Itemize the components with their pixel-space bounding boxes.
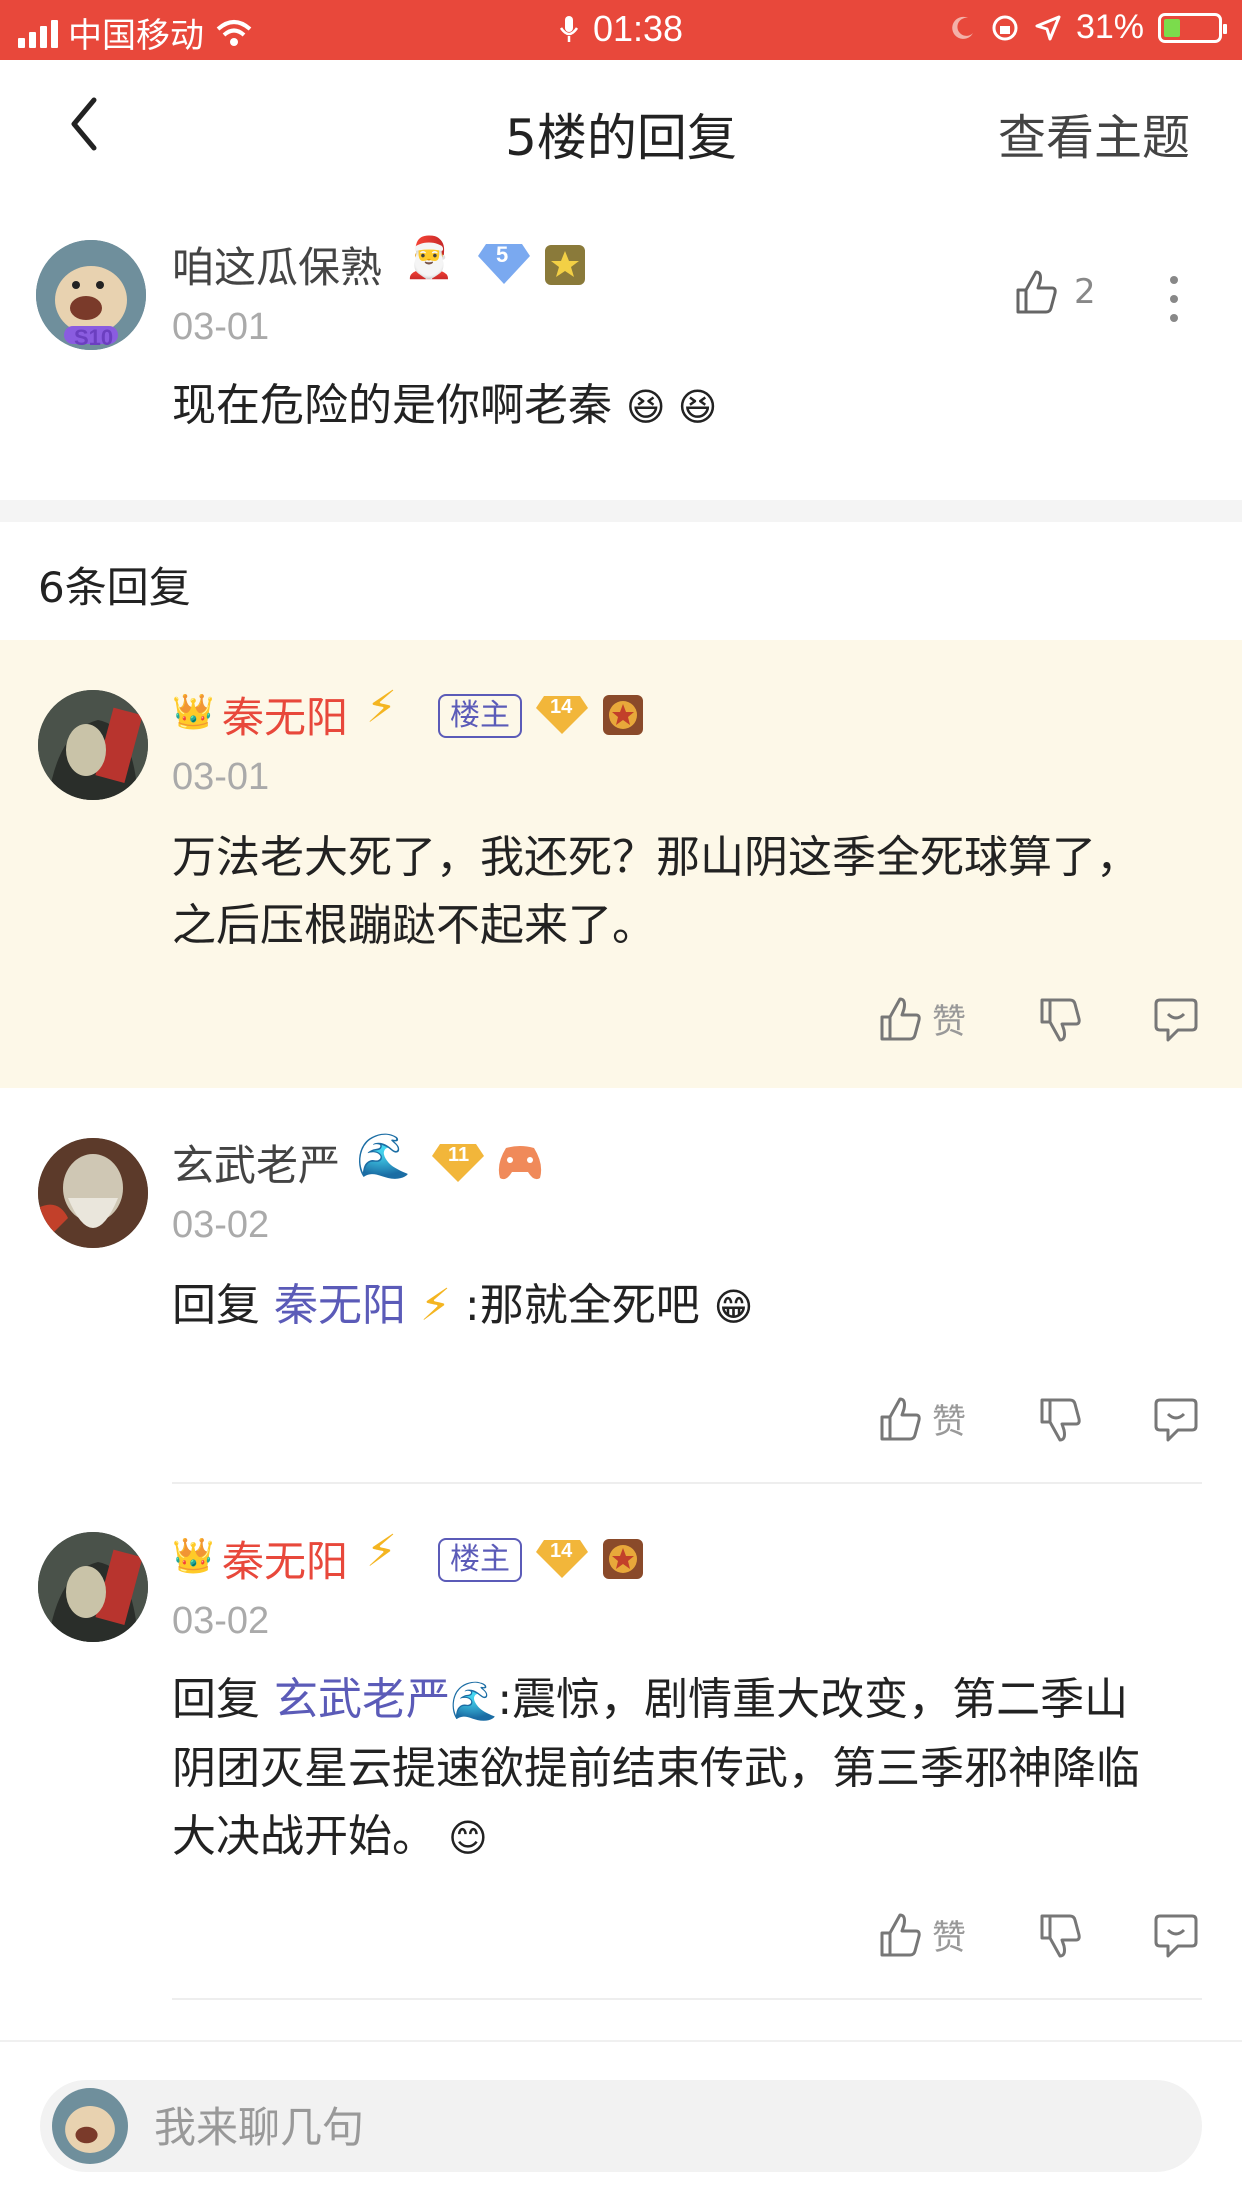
view-topic-link[interactable]: 查看主题 bbox=[998, 98, 1190, 168]
laughing-emoji-icon: 😆 😆 bbox=[626, 385, 718, 429]
crown-icon: 👑 bbox=[172, 1536, 215, 1576]
like-count: 2 bbox=[1074, 272, 1096, 312]
username[interactable]: 咱这瓜保熟 bbox=[172, 234, 382, 295]
clock: 01:38 bbox=[592, 8, 684, 49]
username[interactable]: 秦无阳 bbox=[222, 684, 348, 745]
avatar-badge: S10 bbox=[74, 325, 114, 350]
like-button[interactable]: 2 bbox=[1012, 268, 1096, 316]
battery-icon bbox=[1158, 12, 1227, 43]
comment-input[interactable] bbox=[152, 2080, 1156, 2174]
microphone-icon bbox=[559, 16, 578, 42]
lightning-icon: ⚡ bbox=[366, 1526, 397, 1577]
divider bbox=[172, 1998, 1202, 2000]
username[interactable]: 秦无阳 bbox=[222, 1528, 348, 1589]
gamepad-icon bbox=[498, 1146, 542, 1180]
level-number: 14 bbox=[550, 1540, 573, 1562]
like-label: 赞 bbox=[932, 1402, 966, 1442]
like-button[interactable]: 赞 bbox=[876, 1910, 966, 1959]
location-icon bbox=[1035, 15, 1061, 40]
main-post: S10 咱这瓜保熟 🎅 5 03-01 现在危险的是你啊老秦 😆 😆 2 bbox=[0, 190, 1242, 500]
nav-bar: 5楼的回复 查看主题 bbox=[0, 60, 1242, 190]
thumbs-up-icon bbox=[880, 1397, 921, 1440]
like-button[interactable]: 赞 bbox=[876, 1394, 966, 1443]
thumbs-up-icon bbox=[880, 1913, 921, 1956]
thumbs-down-icon[interactable] bbox=[1036, 1912, 1084, 1960]
avatar bbox=[52, 2088, 128, 2164]
star-medal-icon bbox=[603, 695, 643, 735]
mention-link[interactable]: 秦无阳 bbox=[274, 1280, 406, 1331]
reply-text: 回复 秦无阳 ⚡ :那就全死吧 😁 bbox=[172, 1280, 754, 1331]
reply-item: 👑 秦无阳 ⚡ 楼主 14 03-02 回复 玄武老严🌊:震惊，剧情重大改变，第… bbox=[0, 1486, 1242, 2006]
lightning-icon: ⚡ bbox=[366, 682, 397, 733]
wave-icon: 🌊 bbox=[356, 1131, 411, 1182]
reply-text: 回复 玄武老严🌊:震惊，剧情重大改变，第二季山 阴团灭星云提速欲提前结束传武，第… bbox=[172, 1674, 1140, 1862]
reply-date: 03-02 bbox=[172, 1204, 270, 1246]
divider bbox=[172, 1482, 1202, 1484]
thumbs-up-icon bbox=[1016, 270, 1057, 314]
avatar[interactable] bbox=[38, 1138, 148, 1248]
reply-item: 👑 秦无阳 ⚡ 楼主 14 03-01 万法老大死了，我还死？那山阴这季全死球算… bbox=[0, 640, 1242, 1088]
rotation-lock-icon bbox=[992, 15, 1018, 40]
replies-count-heading: 6条回复 bbox=[38, 563, 191, 612]
comment-icon[interactable] bbox=[1152, 1912, 1200, 1960]
grinning-emoji-icon: 😁 bbox=[713, 1285, 754, 1329]
crown-icon: 👑 bbox=[172, 692, 215, 732]
level-number: 14 bbox=[550, 696, 573, 718]
mention-link[interactable]: 玄武老严 bbox=[274, 1674, 450, 1725]
smiling-emoji-icon: 😊 bbox=[436, 1816, 488, 1860]
avatar[interactable] bbox=[38, 690, 148, 800]
thumbs-down-icon[interactable] bbox=[1036, 1396, 1084, 1444]
section-divider bbox=[0, 500, 1242, 522]
star-medal-icon bbox=[545, 245, 585, 285]
thumbs-up-icon bbox=[880, 997, 921, 1040]
reply-date: 03-02 bbox=[172, 1600, 270, 1642]
comment-input-container[interactable] bbox=[40, 2080, 1202, 2174]
post-date: 03-01 bbox=[172, 306, 270, 348]
battery-percent: 31% bbox=[1075, 8, 1144, 46]
bottom-bar bbox=[0, 2040, 1242, 2210]
comment-icon[interactable] bbox=[1152, 996, 1200, 1044]
owner-tag: 楼主 bbox=[438, 694, 522, 738]
status-bar: 中国移动 01:38 31% bbox=[0, 0, 1242, 60]
avatar[interactable] bbox=[38, 1532, 148, 1642]
santa-emoji-icon: 🎅 bbox=[404, 235, 454, 281]
wave-icon: 🌊 bbox=[450, 1679, 498, 1723]
level-number: 11 bbox=[448, 1144, 470, 1166]
more-options-icon[interactable] bbox=[1166, 274, 1182, 324]
reply-text: 万法老大死了，我还死？那山阴这季全死球算了， 之后压根蹦跶不起来了。 bbox=[172, 832, 1140, 951]
like-label: 赞 bbox=[932, 1002, 966, 1042]
like-label: 赞 bbox=[932, 1918, 966, 1958]
star-medal-icon bbox=[603, 1539, 643, 1579]
like-button[interactable]: 赞 bbox=[876, 994, 966, 1043]
moon-icon bbox=[952, 16, 973, 39]
username[interactable]: 玄武老严 bbox=[172, 1132, 340, 1193]
level-number: 5 bbox=[496, 242, 509, 267]
reply-item: 玄武老严 🌊 11 03-02 回复 秦无阳 ⚡ :那就全死吧 😁 赞 bbox=[0, 1088, 1242, 1486]
thumbs-down-icon[interactable] bbox=[1036, 996, 1084, 1044]
owner-tag: 楼主 bbox=[438, 1538, 522, 1582]
comment-icon[interactable] bbox=[1152, 1396, 1200, 1444]
post-text: 现在危险的是你啊老秦 😆 😆 bbox=[172, 380, 718, 431]
reply-date: 03-01 bbox=[172, 756, 270, 798]
lightning-icon: ⚡ bbox=[406, 1280, 465, 1331]
